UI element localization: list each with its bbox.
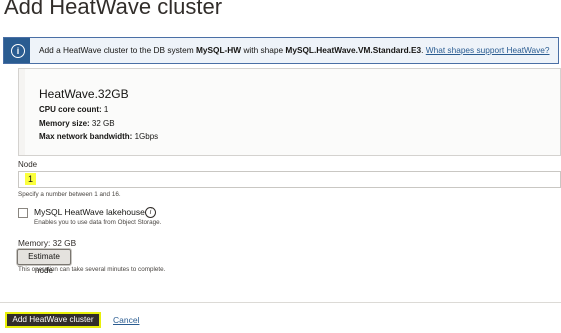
cpu-core-count: CPU core count: 1	[39, 105, 108, 114]
shape-card-body: HeatWave.32GB CPU core count: 1 Memory s…	[25, 69, 560, 155]
node-hint: Specify a number between 1 and 16.	[18, 191, 121, 198]
info-text-suffix: .	[421, 45, 424, 55]
node-value: 1	[25, 173, 37, 185]
memory-estimate: Memory: 32 GB	[18, 238, 76, 248]
max-network-bandwidth: Max network bandwidth: 1Gbps	[39, 132, 158, 141]
node-label: Node	[18, 160, 38, 169]
node-input[interactable]: 1	[18, 171, 561, 188]
shape-name-inline: MySQL.HeatWave.VM.Standard.E3	[285, 45, 422, 55]
memory-size-value: 32 GB	[91, 119, 115, 128]
info-icon: i	[11, 44, 25, 58]
info-banner-text: Add a HeatWave cluster to the DB system …	[39, 45, 550, 55]
shape-name: HeatWave.32GB	[39, 87, 129, 101]
estimate-hint: This operation can take several minutes …	[18, 266, 166, 273]
bandwidth-label: Max network bandwidth:	[39, 132, 133, 141]
cancel-link[interactable]: Cancel	[113, 315, 139, 325]
dialog-title: Add HeatWave cluster	[4, 0, 223, 19]
memory-size-label: Memory size:	[39, 119, 90, 128]
lakehouse-checkbox[interactable]	[18, 208, 28, 218]
memory-value: 32 GB	[52, 238, 77, 248]
bandwidth-value: 1Gbps	[134, 132, 159, 141]
cpu-value: 1	[103, 105, 109, 114]
db-system-name: MySQL-HW	[195, 45, 242, 55]
info-text-prefix: Add a HeatWave cluster to the DB system	[39, 45, 194, 55]
lakehouse-label: MySQL HeatWave lakehouse	[34, 207, 145, 217]
info-stripe: i	[4, 38, 30, 63]
lakehouse-info-icon[interactable]: i	[145, 207, 156, 218]
add-heatwave-cluster-button[interactable]: Add HeatWave cluster	[5, 312, 101, 328]
memory-size: Memory size: 32 GB	[39, 119, 115, 128]
info-text-middle: with shape	[243, 45, 284, 55]
footer-divider	[0, 302, 561, 303]
cpu-label: CPU core count:	[39, 105, 102, 114]
shapes-support-link[interactable]: What shapes support HeatWave?	[426, 45, 550, 55]
estimate-node-button[interactable]: Estimate node	[17, 249, 71, 275]
info-banner: i Add a HeatWave cluster to the DB syste…	[3, 37, 559, 64]
lakehouse-hint: Enables you to use data from Object Stor…	[34, 219, 162, 226]
memory-label: Memory:	[18, 238, 51, 248]
shape-card: HeatWave.32GB CPU core count: 1 Memory s…	[18, 68, 561, 156]
